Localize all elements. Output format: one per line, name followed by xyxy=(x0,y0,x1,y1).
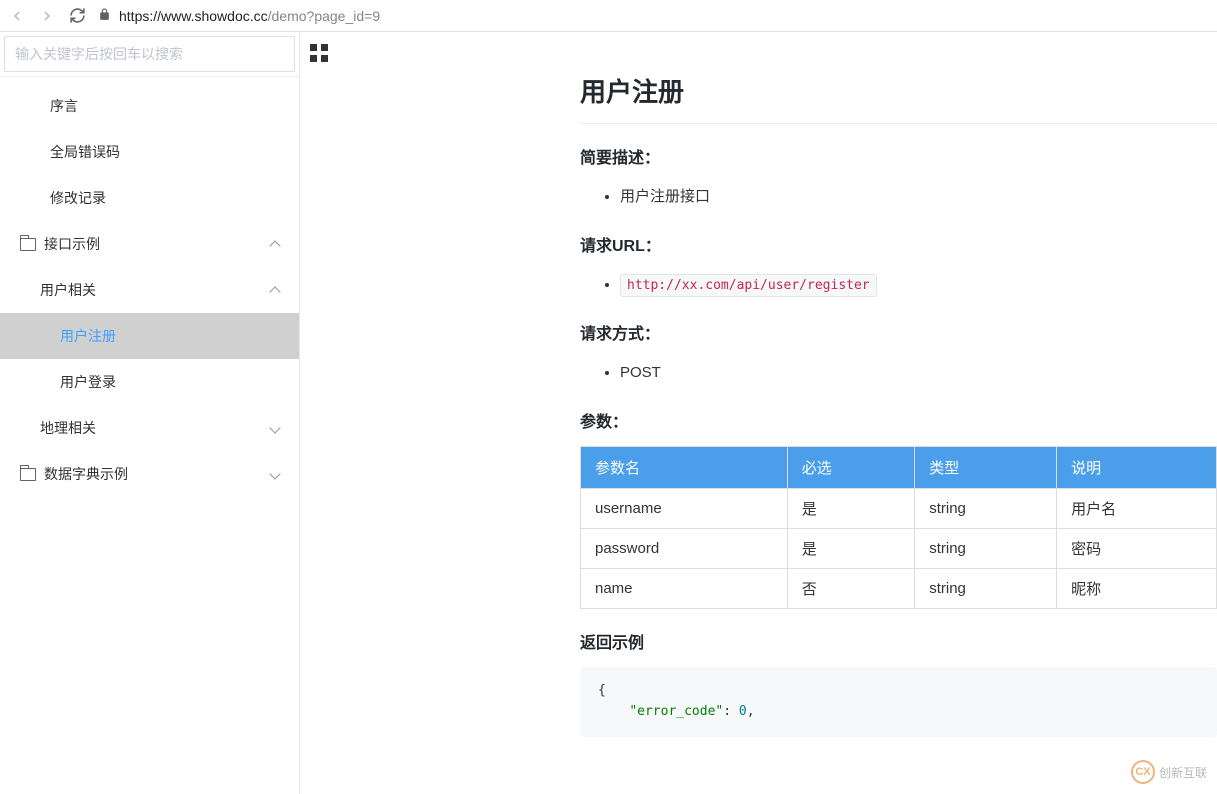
sidebar-item-label: 用户注册 xyxy=(60,326,116,346)
chevron-up-icon xyxy=(269,240,280,251)
sidebar-item-geo-related[interactable]: 地理相关 xyxy=(0,405,299,451)
sidebar-item-label: 修改记录 xyxy=(50,188,106,208)
chevron-down-icon xyxy=(269,468,280,479)
folder-icon xyxy=(20,468,36,481)
grid-menu-icon[interactable] xyxy=(310,44,328,62)
back-button[interactable] xyxy=(8,7,26,25)
brief-heading: 简要描述： xyxy=(580,144,1217,168)
browser-toolbar: https://www.showdoc.cc/demo?page_id=9 xyxy=(0,0,1217,32)
method-heading: 请求方式： xyxy=(580,320,1217,344)
search-input[interactable] xyxy=(4,36,295,72)
request-url: http://xx.com/api/user/register xyxy=(620,274,877,297)
return-heading: 返回示例 xyxy=(580,629,1217,653)
sidebar-item-label: 全局错误码 xyxy=(50,142,120,162)
watermark-logo: CX xyxy=(1131,760,1155,784)
sidebar: 序言 全局错误码 修改记录 接口示例 用户相关 用户注册 用户登录 地理相关 数… xyxy=(0,32,300,794)
table-row: password 是 string 密码 xyxy=(581,529,1217,569)
sidebar-item-user-login[interactable]: 用户登录 xyxy=(0,359,299,405)
th-required: 必选 xyxy=(787,447,914,489)
th-desc: 说明 xyxy=(1057,447,1217,489)
sidebar-item-label: 用户登录 xyxy=(60,372,116,392)
url-text: https://www.showdoc.cc/demo?page_id=9 xyxy=(119,8,380,24)
chevron-down-icon xyxy=(269,422,280,433)
sidebar-item-label: 用户相关 xyxy=(40,280,96,300)
params-table: 参数名 必选 类型 说明 username 是 string 用户名 passw… xyxy=(580,446,1217,609)
watermark-text: 创新互联 xyxy=(1159,764,1207,781)
params-heading: 参数： xyxy=(580,408,1217,432)
folder-icon xyxy=(20,238,36,251)
return-example-code: { "error_code": 0, xyxy=(580,667,1217,737)
th-name: 参数名 xyxy=(581,447,788,489)
sidebar-item-label: 地理相关 xyxy=(40,418,96,438)
main-content: 用户注册 简要描述： 用户注册接口 请求URL： http://xx.com/a… xyxy=(300,32,1217,794)
sidebar-item-label: 数据字典示例 xyxy=(44,464,128,484)
sidebar-item-data-dict[interactable]: 数据字典示例 xyxy=(0,451,299,497)
brief-item: 用户注册接口 xyxy=(620,182,1217,212)
sidebar-item-changelog[interactable]: 修改记录 xyxy=(0,175,299,221)
table-row: name 否 string 昵称 xyxy=(581,569,1217,609)
lock-icon xyxy=(98,8,111,24)
sidebar-item-error-codes[interactable]: 全局错误码 xyxy=(0,129,299,175)
method-item: POST xyxy=(620,358,1217,388)
reload-button[interactable] xyxy=(68,7,86,25)
sidebar-item-label: 接口示例 xyxy=(44,234,100,254)
url-heading: 请求URL： xyxy=(580,232,1217,256)
sidebar-item-api-examples[interactable]: 接口示例 xyxy=(0,221,299,267)
sidebar-item-preface[interactable]: 序言 xyxy=(0,83,299,129)
chevron-up-icon xyxy=(269,286,280,297)
watermark: CX 创新互联 xyxy=(1131,760,1207,784)
table-row: username 是 string 用户名 xyxy=(581,489,1217,529)
url-item: http://xx.com/api/user/register xyxy=(620,270,1217,300)
th-type: 类型 xyxy=(915,447,1057,489)
sidebar-item-label: 序言 xyxy=(50,96,78,116)
sidebar-item-user-related[interactable]: 用户相关 xyxy=(0,267,299,313)
page-title: 用户注册 xyxy=(580,72,1217,124)
address-bar[interactable]: https://www.showdoc.cc/demo?page_id=9 xyxy=(98,8,1209,24)
sidebar-item-user-register[interactable]: 用户注册 xyxy=(0,313,299,359)
forward-button[interactable] xyxy=(38,7,56,25)
